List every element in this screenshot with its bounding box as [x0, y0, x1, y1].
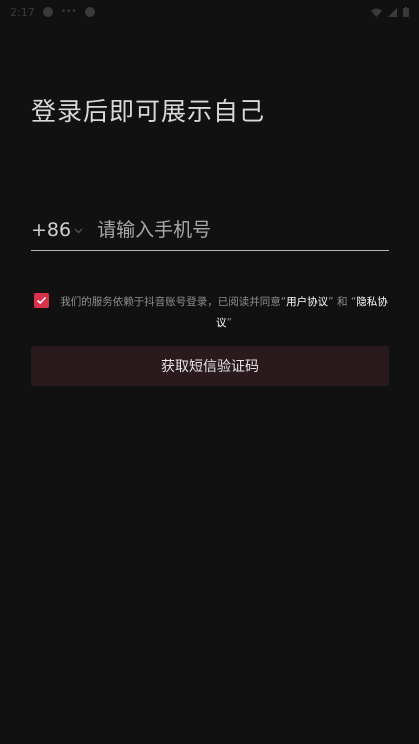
status-right: [371, 7, 409, 17]
agreement-prefix: 我们的服务依赖于抖音账号登录，已阅读并同意: [60, 296, 281, 308]
page-title: 登录后即可展示自己: [31, 97, 266, 126]
agreement-and: 和: [333, 296, 351, 308]
status-time: 2:17: [10, 5, 35, 19]
status-bar: 2:17 •••: [0, 0, 419, 24]
get-code-button[interactable]: 获取短信验证码: [31, 346, 389, 386]
status-left: 2:17 •••: [10, 6, 95, 19]
login-screen: 2:17 ••• 登录后即可展示自己 +86 请输入手机号 我们的服务依赖于抖音…: [0, 0, 419, 744]
country-code-selector[interactable]: +86: [31, 219, 83, 241]
settings-icon: [84, 7, 95, 17]
notification-icon: [42, 7, 53, 17]
agreement: 我们的服务依赖于抖音账号登录，已阅读并同意“用户协议” 和 “隐私协议”: [34, 292, 392, 334]
check-icon: [36, 296, 47, 305]
agreement-text: 我们的服务依赖于抖音账号登录，已阅读并同意“用户协议” 和 “隐私协议”: [56, 292, 392, 334]
battery-icon: [403, 7, 409, 17]
phone-row: +86: [31, 210, 389, 251]
agreement-checkbox[interactable]: [34, 293, 49, 308]
chevron-down-icon: [74, 228, 83, 234]
signal-icon: [388, 7, 397, 17]
wifi-icon: [371, 8, 382, 17]
user-agreement-link[interactable]: 用户协议: [286, 296, 328, 308]
phone-input[interactable]: [97, 210, 389, 250]
country-code-label: +86: [31, 219, 72, 241]
status-dots: •••: [60, 7, 77, 17]
quote-close-2: ”: [226, 317, 232, 329]
